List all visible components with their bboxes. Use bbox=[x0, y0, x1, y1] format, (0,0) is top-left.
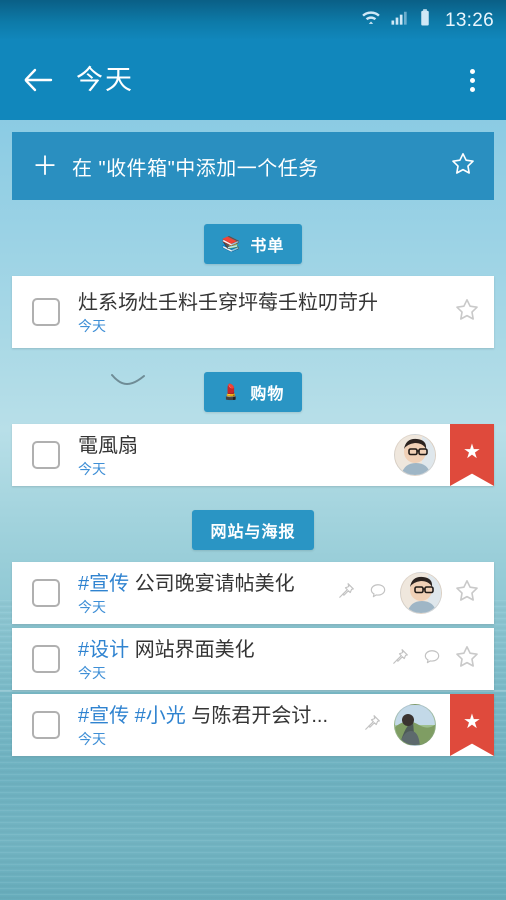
task-due-date: 今天 bbox=[78, 730, 106, 747]
section-emoji-icon: 📚 bbox=[221, 235, 242, 253]
task-body: #宣传 #小光 与陈君开会讨... 今天 bbox=[78, 705, 362, 746]
task-body: 電風扇 今天 bbox=[78, 435, 394, 476]
section-badge-1[interactable]: 📚 书单 bbox=[203, 224, 303, 264]
star-outline-icon[interactable] bbox=[454, 297, 480, 328]
task-title-text: 公司晚宴请帖美化 bbox=[134, 572, 295, 595]
checkbox-unchecked-icon[interactable] bbox=[32, 711, 60, 739]
star-filled-icon: ★ bbox=[463, 441, 481, 463]
section-badge-3[interactable]: 网站与海报 bbox=[192, 510, 314, 550]
star-outline-icon[interactable] bbox=[454, 644, 480, 675]
task-due-date: 今天 bbox=[78, 317, 106, 334]
section-task-group: #宣传 公司晚宴请帖美化 今天 #设计 网站界面美化 今天 #宣传 #小光 与陈君开会讨… bbox=[12, 562, 494, 756]
status-bar: 13:26 bbox=[0, 0, 506, 40]
task-title: #设计 网站界面美化 bbox=[78, 639, 390, 662]
checkbox-unchecked-icon[interactable] bbox=[32, 645, 60, 673]
sections-container: 📚 书单 灶系场灶壬料壬穿坪莓壬粒叨苛升 今天 💄 购物 電風扇 今天 ★ 网站与海报 #宣传 公司… bbox=[12, 224, 494, 756]
avatar[interactable] bbox=[400, 572, 442, 614]
task-tags[interactable]: #设计 bbox=[78, 639, 129, 661]
task-row[interactable]: #宣传 #小光 与陈君开会讨... 今天 ★ bbox=[12, 694, 494, 756]
task-meta bbox=[454, 297, 494, 328]
task-row[interactable]: #设计 网站界面美化今天 bbox=[12, 628, 494, 690]
task-list-content: ＋ 在 "收件箱"中添加一个任务 📚 书单灶系场灶壬料壬穿坪莓壬粒叨苛升今天 💄 购物… bbox=[0, 132, 506, 756]
section-emoji-icon: 💄 bbox=[221, 383, 242, 401]
task-tags[interactable]: #宣传 bbox=[78, 573, 129, 595]
back-arrow-icon[interactable] bbox=[18, 60, 58, 100]
wifi-icon bbox=[361, 8, 381, 33]
section-label: 购物 bbox=[250, 386, 285, 403]
app-root: 13:26 今天 ＋ 在 "收件箱"中添加一个任务 📚 书单 灶系场灶壬料壬穿坪… bbox=[0, 0, 506, 900]
page-title: 今天 bbox=[76, 64, 134, 95]
priority-ribbon-star-icon[interactable]: ★ bbox=[450, 424, 494, 486]
app-toolbar: 今天 bbox=[0, 40, 506, 120]
task-tags[interactable]: #宣传 #小光 bbox=[78, 705, 186, 727]
section-header: 📚 书单 bbox=[12, 224, 494, 264]
checkbox-unchecked-icon[interactable] bbox=[32, 298, 60, 326]
avatar[interactable] bbox=[394, 704, 436, 746]
pin-icon[interactable] bbox=[362, 713, 382, 738]
star-filled-icon: ★ bbox=[463, 711, 481, 733]
task-due-date: 今天 bbox=[78, 664, 106, 681]
section-label: 书单 bbox=[250, 238, 285, 255]
task-title: 灶系场灶壬料壬穿坪莓壬粒叨苛升 bbox=[78, 292, 454, 315]
comment-bubble-icon[interactable] bbox=[422, 647, 442, 672]
cellular-signal-icon bbox=[389, 8, 409, 33]
section-header: 网站与海报 bbox=[12, 510, 494, 550]
comment-bubble-icon[interactable] bbox=[368, 581, 388, 606]
status-bar-clock: 13:26 bbox=[444, 9, 494, 31]
pin-icon[interactable] bbox=[390, 647, 410, 672]
task-meta bbox=[390, 644, 494, 675]
task-title-text: 网站界面美化 bbox=[134, 638, 255, 661]
star-outline-icon[interactable] bbox=[450, 151, 476, 182]
overflow-dot bbox=[469, 68, 475, 74]
battery-icon bbox=[417, 8, 433, 33]
section-task-group: 灶系场灶壬料壬穿坪莓壬粒叨苛升今天 bbox=[12, 276, 494, 348]
task-meta bbox=[336, 572, 494, 614]
task-due-date: 今天 bbox=[78, 460, 106, 477]
star-outline-icon[interactable] bbox=[454, 578, 480, 609]
checkbox-unchecked-icon[interactable] bbox=[32, 441, 60, 469]
task-title-text: 灶系场灶壬料壬穿坪莓壬粒叨苛升 bbox=[78, 291, 378, 314]
overflow-dot bbox=[469, 77, 475, 83]
task-body: 灶系场灶壬料壬穿坪莓壬粒叨苛升今天 bbox=[78, 292, 454, 333]
priority-ribbon-star-icon[interactable]: ★ bbox=[450, 694, 494, 756]
task-meta bbox=[362, 704, 450, 746]
task-title: 電風扇 bbox=[78, 435, 394, 458]
overflow-dot bbox=[469, 86, 475, 92]
checkbox-unchecked-icon[interactable] bbox=[32, 579, 60, 607]
task-meta bbox=[394, 434, 450, 476]
section-header: 💄 购物 bbox=[12, 372, 494, 412]
section-label: 网站与海报 bbox=[210, 524, 296, 541]
task-title: #宣传 #小光 与陈君开会讨... bbox=[78, 705, 362, 728]
task-row[interactable]: 灶系场灶壬料壬穿坪莓壬粒叨苛升今天 bbox=[12, 276, 494, 348]
overflow-menu-icon[interactable] bbox=[452, 58, 492, 102]
section-badge-2[interactable]: 💄 购物 bbox=[203, 372, 303, 412]
task-body: #设计 网站界面美化今天 bbox=[78, 639, 390, 680]
pin-icon[interactable] bbox=[336, 581, 356, 606]
section-task-group: 電風扇今天 ★ bbox=[12, 424, 494, 486]
add-task-label: 在 "收件箱"中添加一个任务 bbox=[72, 157, 319, 180]
plus-icon: ＋ bbox=[32, 151, 59, 181]
task-body: #宣传 公司晚宴请帖美化今天 bbox=[78, 573, 336, 614]
task-title-text: 電風扇 bbox=[78, 434, 138, 457]
task-title-text: 与陈君开会讨... bbox=[191, 704, 329, 727]
task-due-date: 今天 bbox=[78, 598, 106, 615]
avatar[interactable] bbox=[394, 434, 436, 476]
task-row[interactable]: 電風扇今天 ★ bbox=[12, 424, 494, 486]
task-title: #宣传 公司晚宴请帖美化 bbox=[78, 573, 336, 596]
task-row[interactable]: #宣传 公司晚宴请帖美化今天 bbox=[12, 562, 494, 624]
add-task-bar[interactable]: ＋ 在 "收件箱"中添加一个任务 bbox=[12, 132, 494, 200]
